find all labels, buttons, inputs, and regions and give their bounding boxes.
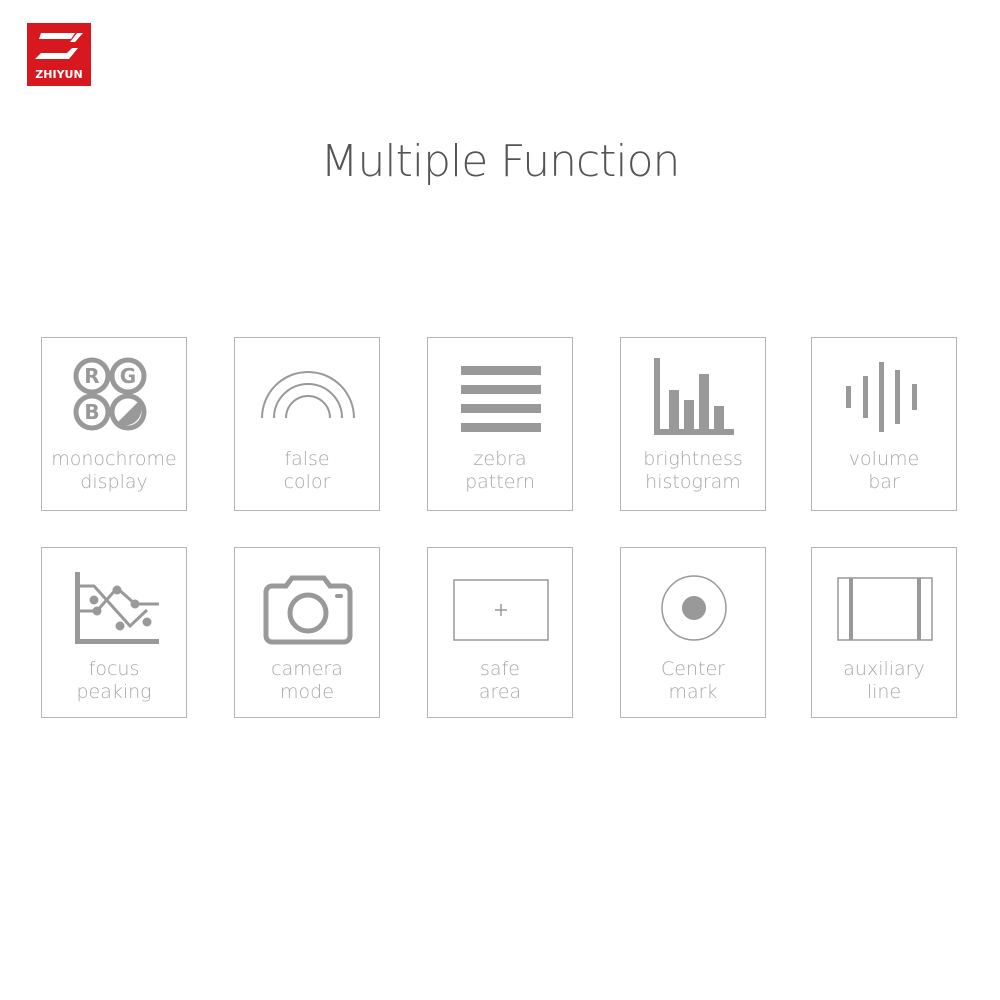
feature-card-center-mark: Center mark — [620, 547, 766, 718]
feature-label: camera mode — [235, 658, 379, 704]
line-chart-icon — [75, 572, 159, 644]
feature-label: safe area — [428, 658, 572, 704]
feature-card-camera-mode: camera mode — [234, 547, 380, 718]
feature-label-line1: false — [284, 448, 330, 470]
feature-label-line2: bar — [868, 471, 900, 493]
page-title: Multiple Function — [320, 136, 681, 187]
feature-card-focus-peaking: focus peaking — [41, 547, 187, 718]
feature-label-line1: safe — [480, 658, 520, 680]
feature-label: volume bar — [812, 448, 956, 494]
feature-card-false-color: false color — [234, 337, 380, 511]
rainbow-arcs-icon — [261, 371, 355, 419]
camera-icon — [263, 575, 353, 645]
svg-text:R: R — [84, 364, 99, 388]
center-dot-icon — [661, 575, 727, 641]
zebra-stripes-icon — [461, 366, 541, 432]
feature-label-line2: pattern — [465, 471, 535, 493]
guide-lines-icon — [837, 577, 933, 641]
feature-label-line2: mark — [668, 681, 718, 703]
feature-card-zebra-pattern: zebra pattern — [427, 337, 573, 511]
feature-card-auxiliary-line: auxiliary line — [811, 547, 957, 718]
feature-label-line1: Center — [661, 658, 725, 680]
feature-label-line1: monochrome — [51, 448, 177, 470]
feature-label-line1: zebra — [473, 448, 527, 470]
feature-label-line1: focus — [88, 658, 140, 680]
feature-label-line2: color — [283, 471, 331, 493]
feature-label: monochrome display — [42, 448, 186, 494]
feature-label-line1: camera — [271, 658, 343, 680]
feature-label-line2: display — [80, 471, 148, 493]
feature-card-safe-area: safe area — [427, 547, 573, 718]
rgb-circles-icon: R GB — [73, 357, 147, 431]
feature-label: focus peaking — [42, 658, 186, 704]
feature-label-line2: peaking — [76, 681, 152, 703]
feature-label-line1: volume — [848, 448, 920, 470]
svg-text:ZHIYUN: ZHIYUN — [35, 68, 82, 81]
svg-text:G: G — [120, 364, 136, 388]
feature-card-volume-bar: volume bar — [811, 337, 957, 511]
feature-label-line2: mode — [280, 681, 334, 703]
feature-label: Center mark — [621, 658, 765, 704]
feature-label-line2: area — [478, 681, 522, 703]
zhiyun-logo: ZHIYUN — [27, 23, 91, 86]
safe-area-frame-icon — [453, 579, 549, 641]
feature-label: false color — [235, 448, 379, 494]
histogram-icon — [654, 358, 734, 435]
feature-label: zebra pattern — [428, 448, 572, 494]
feature-label-line2: line — [866, 681, 902, 703]
feature-label: brightness histogram — [621, 448, 765, 494]
svg-text:B: B — [84, 400, 99, 424]
feature-label-line1: brightness — [643, 448, 743, 470]
audio-bars-icon — [846, 362, 917, 432]
feature-card-brightness-histogram: brightness histogram — [620, 337, 766, 511]
feature-label: auxiliary line — [812, 658, 956, 704]
feature-label-line2: histogram — [645, 471, 741, 493]
feature-card-monochrome-display: RGB monochrome display — [41, 337, 187, 511]
feature-label-line1: auxiliary — [843, 658, 925, 680]
